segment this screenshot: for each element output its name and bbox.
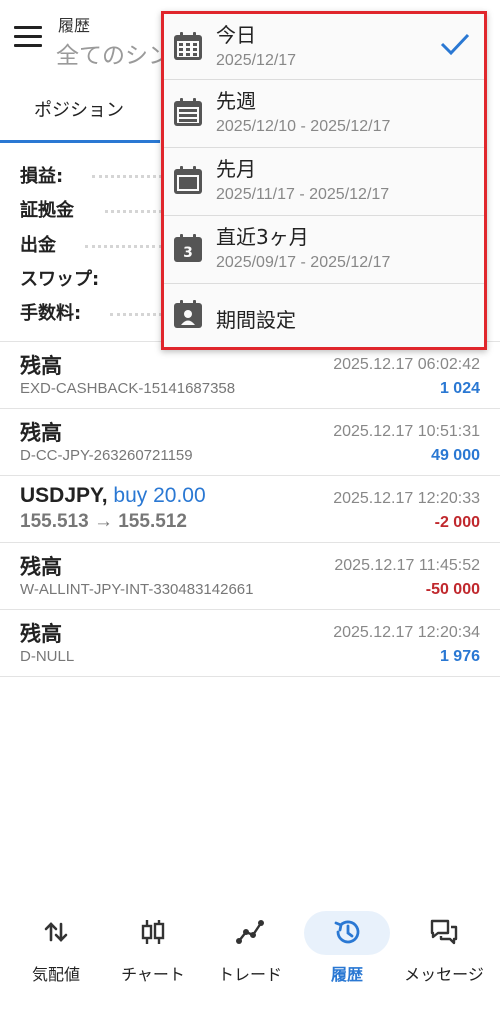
messages-icon [430,919,458,945]
period-dropdown: 今日 2025/12/17 先週 2025/12/10 - 2025/12/17… [161,11,487,350]
row-datetime: 2025.12.17 12:20:34 [333,624,480,641]
nav-messages[interactable]: メッセージ [394,905,494,995]
history-row[interactable]: 残高 EXD-CASHBACK-15141687358 2025.12.17 0… [0,342,500,409]
swap-label: スワップ: [20,269,100,290]
row-amount: -2 000 [434,514,480,531]
dotted-leader [110,313,162,316]
tab-positions[interactable]: ポジション [0,80,160,142]
row-comment: D-NULL [20,648,75,665]
period-label: 期間設定 [216,308,296,332]
period-range: 2025/11/17 - 2025/12/17 [216,186,390,203]
row-title: 残高 [20,422,62,445]
commission-label: 手数料: [20,303,82,324]
row-title: 残高 [20,623,62,646]
nav-trade[interactable]: トレード [200,905,300,995]
row-symbol: USDJPY, [20,484,108,507]
row-trade-title: USDJPY, buy 20.00 [20,484,206,508]
bottom-nav: 気配値 チャート トレード 履歴 メッセージ [0,905,500,1010]
row-datetime: 2025.12.17 11:45:52 [334,557,480,574]
period-custom[interactable]: 期間設定 [164,284,484,352]
period-label: 直近3ヶ月 [216,225,309,249]
withdrawal-label: 出金 [20,235,56,256]
divider [0,676,500,677]
calendar-day-icon [174,32,202,60]
row-comment: D-CC-JPY-263260721159 [20,447,193,464]
calendar-3-icon: 3 [174,234,202,262]
row-amount: 1 976 [439,648,480,665]
period-last-3-months[interactable]: 3 直近3ヶ月 2025/09/17 - 2025/12/17 [164,216,484,284]
margin-label: 証拠金 [20,200,74,221]
row-title: 残高 [20,556,62,579]
dotted-leader [105,210,162,213]
history-row[interactable]: 残高 D-CC-JPY-263260721159 2025.12.17 10:5… [0,409,500,476]
row-comment: W-ALLINT-JPY-INT-330483142661 [20,581,254,598]
row-comment: EXD-CASHBACK-15141687358 [20,380,236,397]
row-title: 残高 [20,355,62,378]
row-amount: 49 000 [431,447,480,464]
nav-chart[interactable]: チャート [103,905,203,995]
hamburger-menu-icon[interactable] [14,26,42,50]
period-range: 2025/12/17 [216,52,297,69]
nav-label: 履歴 [330,965,363,984]
row-amount: -50 000 [425,581,480,598]
period-last-week[interactable]: 先週 2025/12/10 - 2025/12/17 [164,80,484,148]
page-title: 履歴 [58,16,91,35]
row-datetime: 2025.12.17 12:20:33 [333,490,480,507]
symbol-filter[interactable]: 全てのシン [56,36,171,70]
nav-quotes[interactable]: 気配値 [6,905,106,995]
calendar-week-icon [174,98,202,126]
history-row-trade[interactable]: USDJPY, buy 20.00 155.513 → 155.512 2025… [0,476,500,543]
calendar-custom-icon [174,300,202,328]
history-row[interactable]: 残高 D-NULL 2025.12.17 12:20:34 1 976 [0,610,500,677]
nav-label: チャート [121,965,185,984]
nav-label: メッセージ [404,965,484,984]
period-label: 先週 [216,89,256,113]
calendar-month-icon [174,166,202,194]
row-datetime: 2025.12.17 06:02:42 [333,356,480,373]
period-range: 2025/09/17 - 2025/12/17 [216,254,391,271]
row-amount: 1 024 [439,380,480,397]
row-datetime: 2025.12.17 10:51:31 [333,423,480,440]
nav-label: トレード [217,965,282,984]
dotted-leader [85,245,162,248]
calendar-badge: 3 [183,245,193,261]
row-prices: 155.513 → 155.512 [20,511,187,532]
period-today[interactable]: 今日 2025/12/17 [164,14,484,82]
dotted-leader [92,175,162,178]
period-last-month[interactable]: 先月 2025/11/17 - 2025/12/17 [164,148,484,216]
chart-icon [141,920,165,944]
history-row[interactable]: 残高 W-ALLINT-JPY-INT-330483142661 2025.12… [0,543,500,610]
row-action: buy 20.00 [113,484,206,507]
checkmark-icon [440,33,470,56]
period-range: 2025/12/10 - 2025/12/17 [216,118,391,135]
period-label: 今日 [216,23,256,47]
quotes-icon [44,922,68,942]
period-label: 先月 [216,157,256,181]
history-icon [334,920,360,944]
trade-icon [236,920,264,944]
active-tab-indicator [0,140,160,143]
nav-label: 気配値 [31,965,80,984]
profit-label: 損益: [20,166,64,187]
nav-history[interactable]: 履歴 [297,905,397,995]
